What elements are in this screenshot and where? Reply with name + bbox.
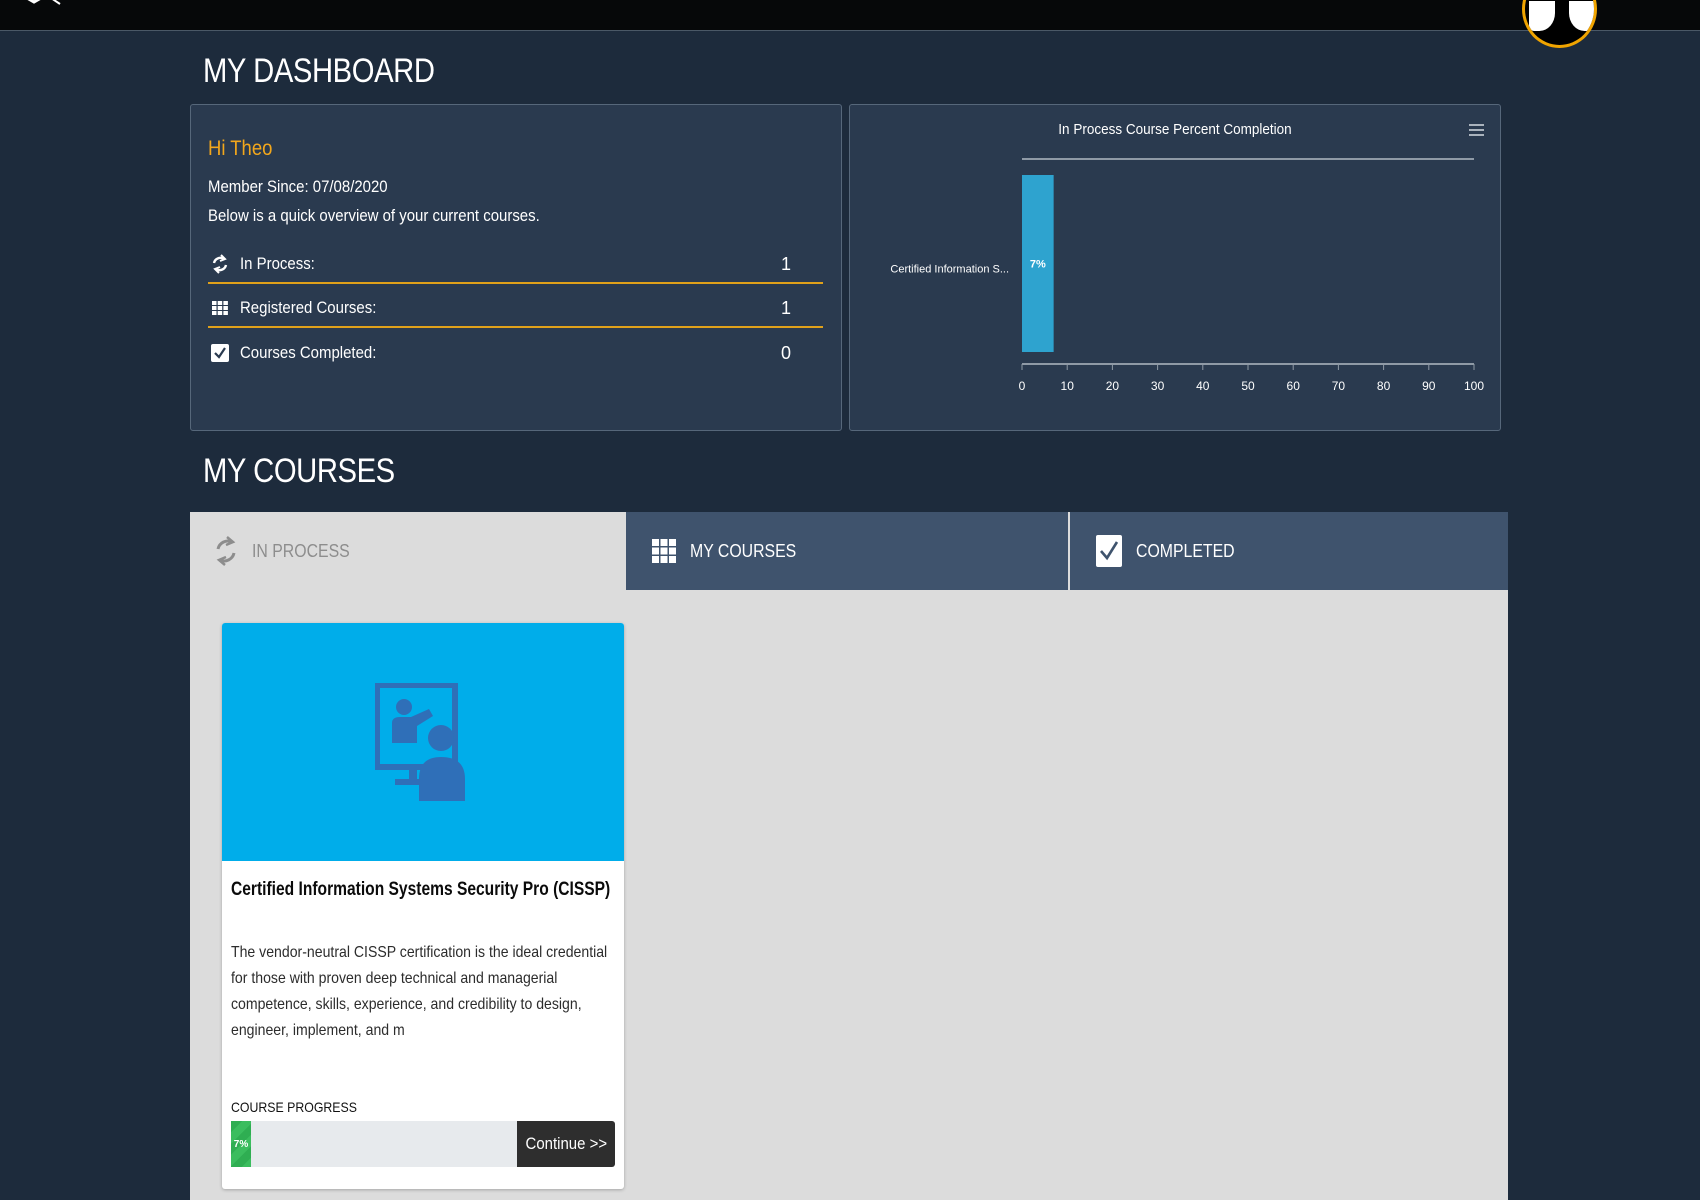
grid-icon xyxy=(210,298,230,318)
tab-in-process[interactable]: IN PROCESS xyxy=(190,512,624,590)
checkbox-icon xyxy=(210,343,230,363)
course-title[interactable]: Certified Information Systems Security P… xyxy=(231,879,610,901)
tab-label: IN PROCESS xyxy=(252,540,350,561)
stat-row-registered: Registered Courses: 1 xyxy=(208,290,823,328)
x-tick-label: 30 xyxy=(1151,379,1165,393)
overview-text: Below is a quick overview of your curren… xyxy=(208,206,540,225)
chevron-logo-icon[interactable] xyxy=(18,0,62,12)
continue-button-label: Continue >> xyxy=(525,1134,607,1153)
x-tick-label: 0 xyxy=(1019,379,1026,393)
x-tick-label: 70 xyxy=(1332,379,1346,393)
course-description: The vendor-neutral CISSP certification i… xyxy=(231,944,608,1039)
refresh-icon xyxy=(210,254,230,274)
courses-tabs-area: IN PROCESS MY COURSES COMPLETED Certifie… xyxy=(190,512,1508,1200)
bar-data-label: 7% xyxy=(1030,259,1046,271)
stat-value: 0 xyxy=(780,342,791,363)
tab-label: COMPLETED xyxy=(1136,540,1235,561)
course-card[interactable]: Certified Information Systems Security P… xyxy=(222,623,624,1189)
course-progress-bar: 7% xyxy=(231,1121,517,1167)
x-tick-label: 50 xyxy=(1241,379,1255,393)
y-category-label: Certified Information S... xyxy=(890,264,1009,276)
x-tick-label: 10 xyxy=(1061,379,1075,393)
top-navbar xyxy=(0,0,1700,48)
x-tick-label: 90 xyxy=(1422,379,1436,393)
x-tick-label: 100 xyxy=(1464,379,1484,393)
greeting-text: Hi Theo xyxy=(208,137,273,160)
refresh-icon xyxy=(214,534,238,568)
dashboard-title: MY DASHBOARD xyxy=(203,52,435,90)
x-tick-label: 60 xyxy=(1287,379,1301,393)
x-tick-label: 40 xyxy=(1196,379,1210,393)
stat-row-completed: Courses Completed: 0 xyxy=(208,334,823,372)
courses-title: MY COURSES xyxy=(203,452,395,490)
stat-row-in-process: In Process: 1 xyxy=(208,246,823,284)
member-since-text: Member Since: 07/08/2020 xyxy=(208,177,388,196)
chart-panel: In Process Course Percent Completion 0 10… xyxy=(849,104,1501,431)
summary-panel: Hi Theo Member Since: 07/08/2020 Below i… xyxy=(190,104,842,431)
stat-value: 1 xyxy=(780,297,791,318)
tab-my-courses[interactable]: MY COURSES xyxy=(626,512,1068,590)
stat-label: Registered Courses: xyxy=(240,298,377,317)
stat-label: Courses Completed: xyxy=(240,343,377,362)
stat-label: In Process: xyxy=(240,254,315,273)
x-tick-label: 20 xyxy=(1106,379,1120,393)
grid-icon xyxy=(652,539,676,563)
course-progress-fill: 7% xyxy=(231,1121,252,1167)
stat-value: 1 xyxy=(780,253,791,274)
presentation-icon xyxy=(375,683,465,801)
course-banner xyxy=(222,623,624,861)
x-tick-label: 80 xyxy=(1377,379,1391,393)
avatar-shape-left xyxy=(1529,1,1555,31)
user-avatar-icon[interactable] xyxy=(1522,0,1597,48)
avatar-shape-right xyxy=(1569,1,1594,31)
tab-label: MY COURSES xyxy=(690,540,797,561)
checkbox-icon xyxy=(1096,535,1122,567)
course-progress-label: COURSE PROGRESS xyxy=(231,1099,357,1115)
tab-completed[interactable]: COMPLETED xyxy=(1070,512,1508,590)
continue-button[interactable]: Continue >> xyxy=(517,1121,615,1167)
bar-chart: 0 10 20 30 40 50 60 70 80 90 100 Certified Informat… xyxy=(890,158,1484,393)
